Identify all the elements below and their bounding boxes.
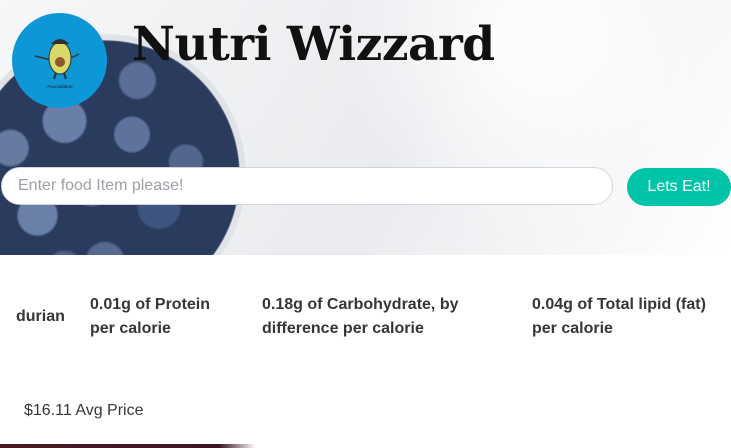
bottom-strip [0,444,731,448]
protein-value: 0.01g of Protein per calorie [90,296,211,337]
avocado-wizard-icon: Avocadabra! [34,38,79,89]
avg-price: $16.11 Avg Price [24,402,144,419]
carbohydrate-value: 0.18g of Carbohydrate, by difference per… [262,296,459,337]
logo[interactable]: Avocadabra! [12,13,107,108]
page-title: Nutri Wizzard [132,17,495,72]
hero-banner: Avocadabra! Nutri Wizzard Lets Eat! [0,0,731,255]
food-name: durian [16,308,65,325]
logo-text: Avocadabra! [47,84,72,89]
food-search-input[interactable] [1,167,613,205]
lets-eat-button[interactable]: Lets Eat! [627,168,731,206]
fat-value: 0.04g of Total lipid (fat) per calorie [532,296,706,337]
result-card: durian 0.01g of Protein per calorie 0.18… [0,255,731,448]
